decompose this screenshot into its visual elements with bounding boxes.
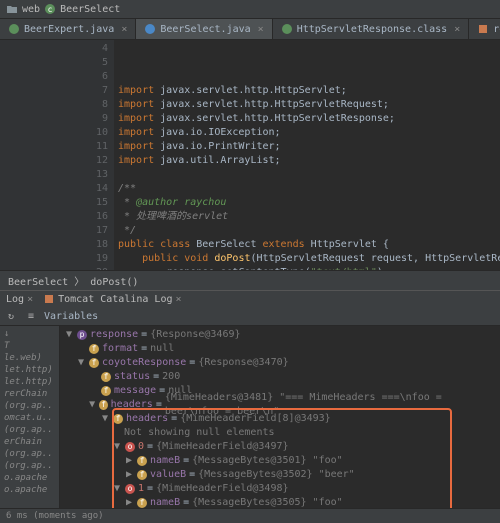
log-tabs: Log× Tomcat Catalina Log× [0,290,500,307]
close-icon[interactable]: × [454,24,460,35]
variables-tree[interactable]: ▼p response = {Response@3469} f format =… [60,326,500,508]
var-row[interactable]: ▶f nameB = {MessageBytes@3505} "foo" [64,496,496,508]
frames-sidebar[interactable]: ↓Tle.web)let.http)let.http)rerChain(org.… [0,326,60,508]
vars-icon[interactable]: ≡ [24,309,38,323]
restart-icon[interactable]: ↻ [4,309,18,323]
svg-text:c: c [48,5,53,14]
line-numbers: 4 5 6 7 8 9 10 11 12 13 14 15 16 17 18 1… [80,40,114,270]
tab-label: BeerExpert.java [24,24,114,35]
tab-resultjsp[interactable]: result.jsp × [469,19,500,39]
tab-beerselect[interactable]: BeerSelect.java × [136,19,272,39]
var-row[interactable]: ▼f coyoteResponse = {Response@3470} [64,356,496,370]
debug-toolbar: ↻ ≡ Variables [0,307,500,326]
tab-label: BeerSelect.java [160,24,250,35]
var-row[interactable]: f format = null [64,342,496,356]
tab-beerexpert[interactable]: BeerExpert.java × [0,19,136,39]
editor-tabs: BeerExpert.java × BeerSelect.java × Http… [0,19,500,40]
var-row[interactable]: f status = 200 [64,370,496,384]
crumb-web[interactable]: web [22,4,40,15]
var-row[interactable]: ▼o 0 = {MimeHeaderField@3497} [64,440,496,454]
var-row[interactable]: ▶f nameB = {MessageBytes@3501} "foo" [64,454,496,468]
log-tab-catalina[interactable]: Tomcat Catalina Log× [43,293,181,305]
tab-label: result.jsp [493,24,500,35]
project-gutter [0,40,80,270]
var-row[interactable]: ▼f headers = {MimeHeaders@3481} "=== Mim… [64,398,496,412]
path-bar: BeerSelect 〉 doPost() [0,270,500,290]
folder-icon [6,3,18,15]
var-row[interactable]: ▶f valueB = {MessageBytes@3502} "beer" [64,468,496,482]
path-class[interactable]: BeerSelect [8,277,68,288]
close-icon[interactable]: × [258,24,264,35]
editor[interactable]: 4 5 6 7 8 9 10 11 12 13 14 15 16 17 18 1… [0,40,500,270]
path-sep: 〉 [74,277,84,288]
class-icon: c [44,3,56,15]
log-tab-log[interactable]: Log× [6,293,33,305]
close-icon[interactable]: × [121,24,127,35]
tab-label: HttpServletResponse.class [297,24,448,35]
tab-httpservlet[interactable]: HttpServletResponse.class × [273,19,470,39]
crumb-file[interactable]: BeerSelect [60,4,120,15]
path-method[interactable]: doPost() [90,277,138,288]
breadcrumb: web c BeerSelect [0,0,500,19]
status-bar: 6 ms (moments ago) [0,508,500,523]
var-row[interactable]: ▼o 1 = {MimeHeaderField@3498} [64,482,496,496]
code-area[interactable]: import javax.servlet.http.HttpServlet;im… [114,40,500,270]
var-row[interactable]: ▼p response = {Response@3469} [64,328,496,342]
variables-title: Variables [44,311,98,322]
